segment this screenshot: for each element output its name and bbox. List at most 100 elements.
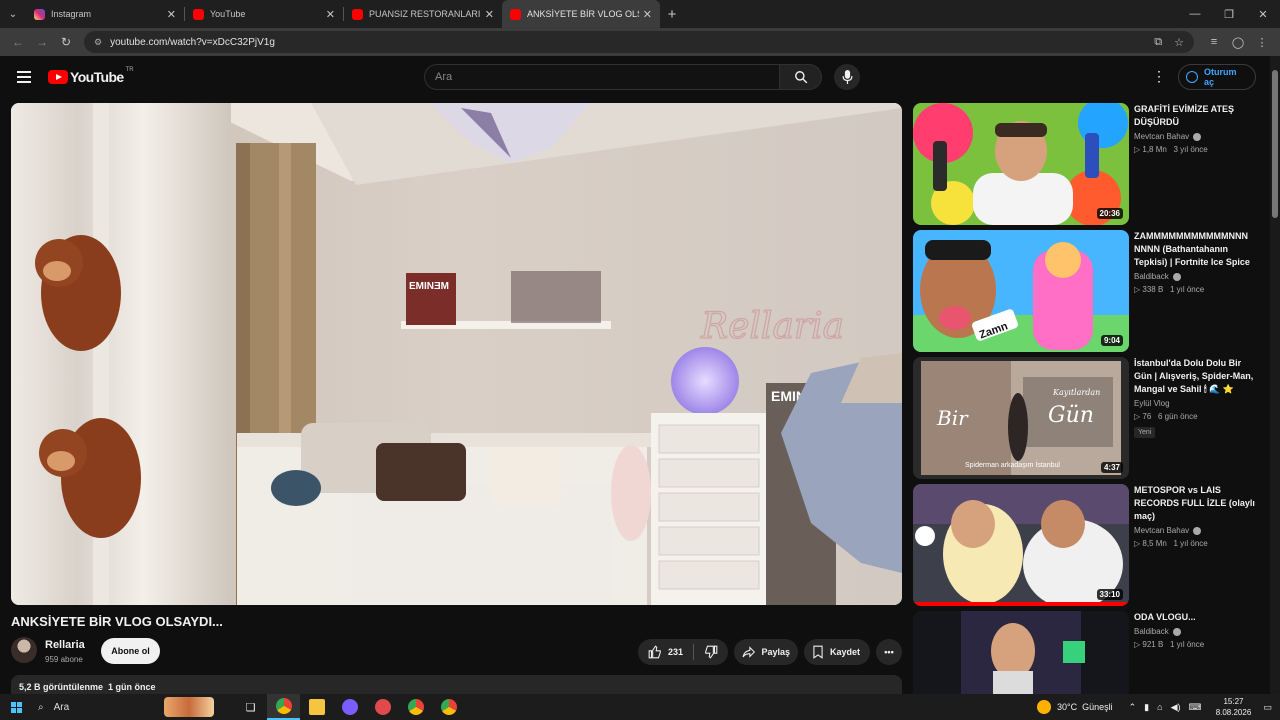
site-info-icon[interactable]: ⚙: [94, 37, 102, 48]
tab-puansiz-restoranlari[interactable]: PUANSIZ RESTORANLARI EMİR ✕: [344, 0, 502, 28]
task-view-button[interactable]: ❏: [234, 694, 267, 720]
new-tab-button[interactable]: +: [660, 6, 684, 23]
close-icon[interactable]: ✕: [326, 8, 335, 21]
browser-menu-icon[interactable]: ⋮: [1250, 36, 1274, 49]
channel-name[interactable]: Rellaria: [45, 639, 85, 651]
chrome-icon: [275, 698, 292, 714]
recommendation-channel[interactable]: Mevtcan Bahav: [1134, 526, 1189, 535]
tab-anksiyete-vlog[interactable]: ANKSİYETE BİR VLOG OLSAYDI... ✕: [502, 0, 660, 28]
taskbar-app-3[interactable]: [333, 694, 366, 720]
recommendation-meta: ▷ 921 B 1 yıl önce: [1134, 640, 1205, 649]
voice-search-button[interactable]: [834, 64, 860, 90]
recommendation-item[interactable]: ODA VLOGU... Baldiback ▷ 921 B 1 yıl önc…: [913, 611, 1263, 694]
network-icon[interactable]: ⌂: [1157, 702, 1162, 712]
chrome-icon: [440, 699, 457, 715]
close-icon[interactable]: ✕: [167, 8, 176, 21]
taskbar-chrome-3[interactable]: [432, 694, 465, 720]
recommendation-title[interactable]: GRAFİTİ EVİMİZE ATEŞ DÜŞÜRDÜ: [1134, 103, 1259, 129]
sign-in-button[interactable]: Oturum aç: [1178, 64, 1256, 90]
recommendation-title[interactable]: ZAMMMMMMMMMMMNNN NNNN (Bathantahanın Tep…: [1134, 230, 1259, 269]
url-text[interactable]: youtube.com/watch?v=xDcC32PjV1g: [110, 37, 1142, 48]
recommendation-title[interactable]: İstanbul'da Dolu Dolu Bir Gün | Alışveri…: [1134, 357, 1259, 396]
save-button[interactable]: Kaydet: [804, 639, 870, 665]
forward-icon[interactable]: →: [30, 35, 54, 49]
bookmark-star-icon[interactable]: ☆: [1174, 36, 1184, 49]
tray-chevron-icon[interactable]: ⌃: [1129, 702, 1137, 713]
video-player[interactable]: EMINƎM Rellaria EMIN: [11, 103, 902, 605]
video-thumbnail[interactable]: Zamn 9:04: [913, 230, 1129, 352]
restore-icon[interactable]: ❐: [1212, 8, 1246, 21]
thumbnail-text-bir: Bir: [936, 406, 969, 430]
reload-icon[interactable]: ↻: [54, 35, 78, 49]
app-icon: [374, 699, 391, 715]
recommendation-item[interactable]: Bir Gün Kayıtlardan Spiderman arkadaşım …: [913, 357, 1263, 479]
volume-icon[interactable]: ◀): [1171, 702, 1181, 713]
minimize-icon[interactable]: —: [1178, 8, 1212, 21]
close-icon[interactable]: ✕: [485, 8, 494, 21]
taskbar-chrome[interactable]: [267, 694, 300, 720]
recommendation-channel[interactable]: Mevtcan Bahav: [1134, 132, 1189, 141]
recommendation-title[interactable]: ODA VLOGU...: [1134, 611, 1259, 624]
media-controls-icon[interactable]: ≡: [1202, 36, 1226, 49]
address-bar[interactable]: ⚙ youtube.com/watch?v=xDcC32PjV1g ⧉ ☆: [84, 31, 1194, 53]
install-app-icon[interactable]: ⧉: [1154, 36, 1162, 49]
battery-icon[interactable]: ▮: [1144, 702, 1149, 713]
close-icon[interactable]: ✕: [643, 8, 652, 21]
thumbnail-image: [913, 484, 1129, 606]
app-icon: [341, 699, 358, 715]
channel-avatar[interactable]: [11, 637, 37, 663]
microphone-icon: [842, 70, 852, 84]
view-stats: 5,2 B görüntülenme 1 gün önce: [19, 682, 156, 692]
recommendation-channel[interactable]: Baldiback: [1134, 272, 1169, 281]
instagram-icon: [34, 8, 45, 20]
tab-youtube[interactable]: YouTube ✕: [185, 0, 343, 28]
recommendation-channel[interactable]: Eylül Vlog: [1134, 399, 1170, 408]
video-thumbnail[interactable]: 33:10: [913, 484, 1129, 606]
taskbar-file-explorer[interactable]: [300, 694, 333, 720]
recommendation-item[interactable]: 20:36 GRAFİTİ EVİMİZE ATEŞ DÜŞÜRDÜ Mevtc…: [913, 103, 1263, 225]
settings-menu-icon[interactable]: ⋮: [1152, 68, 1166, 85]
recommendation-title[interactable]: METOSPOR vs LAIS RECORDS FULL İZLE (olay…: [1134, 484, 1259, 523]
search-input[interactable]: Ara: [424, 64, 781, 90]
taskbar-app-4[interactable]: [366, 694, 399, 720]
video-duration: 4:37: [1100, 462, 1123, 473]
video-thumbnail[interactable]: Bir Gün Kayıtlardan Spiderman arkadaşım …: [913, 357, 1129, 479]
share-button[interactable]: Paylaş: [734, 639, 798, 665]
youtube-logo[interactable]: YouTube TR: [48, 67, 134, 85]
taskbar-search[interactable]: ⌕ Ara: [32, 695, 234, 719]
recommendation-channel[interactable]: Baldiback: [1134, 627, 1169, 636]
thumbnail-image: Zamn: [913, 230, 1129, 352]
tab-search-menu[interactable]: ⌄: [0, 0, 26, 28]
verified-icon: [1172, 627, 1181, 636]
weather-text[interactable]: 30°C Güneşli: [1057, 702, 1113, 712]
notifications-icon[interactable]: ▭: [1263, 702, 1272, 713]
recommendation-item[interactable]: 33:10 METOSPOR vs LAIS RECORDS FULL İZLE…: [913, 484, 1263, 606]
scrollbar-thumb[interactable]: [1272, 70, 1278, 218]
video-thumbnail[interactable]: [913, 611, 1129, 694]
profile-icon[interactable]: ◯: [1226, 36, 1250, 49]
guide-menu-icon[interactable]: [17, 71, 31, 83]
video-thumbnail[interactable]: 20:36: [913, 103, 1129, 225]
tab-title: YouTube: [210, 9, 246, 19]
more-actions-button[interactable]: •••: [876, 639, 902, 665]
search-button[interactable]: [780, 64, 822, 90]
taskbar-clock[interactable]: 15:27 8.08.2026: [1209, 696, 1257, 718]
recommendation-meta: ▷ 8,5 Mn 1 yıl önce: [1134, 539, 1208, 548]
description-box[interactable]: 5,2 B görüntülenme 1 gün önce: [11, 675, 902, 695]
subscribe-button[interactable]: Abone ol: [101, 638, 160, 664]
tab-instagram[interactable]: Instagram ✕: [26, 0, 184, 28]
keyboard-icon[interactable]: ⌨: [1188, 702, 1201, 713]
recommendation-item[interactable]: Zamn 9:04 ZAMMMMMMMMMMMNNN NNNN (Bathant…: [913, 230, 1263, 352]
thumbs-up-icon: [648, 645, 661, 659]
video-title: ANKSİYETE BİR VLOG OLSAYDI...: [11, 614, 223, 629]
like-button[interactable]: 231: [638, 639, 693, 665]
back-icon[interactable]: ←: [6, 35, 30, 49]
thumbnail-image: Bir Gün Kayıtlardan Spiderman arkadaşım …: [913, 357, 1129, 479]
start-button[interactable]: [0, 701, 32, 713]
page-scrollbar[interactable]: [1270, 56, 1280, 694]
dislike-button[interactable]: [694, 639, 728, 665]
youtube-masthead: YouTube TR Ara ⋮ Oturum aç: [0, 56, 1270, 100]
system-tray: 30°C Güneşli ⌃ ▮ ⌂ ◀) ⌨ 15:27 8.08.2026 …: [1036, 696, 1280, 718]
taskbar-chrome-2[interactable]: [399, 694, 432, 720]
close-window-icon[interactable]: ✕: [1246, 8, 1280, 21]
